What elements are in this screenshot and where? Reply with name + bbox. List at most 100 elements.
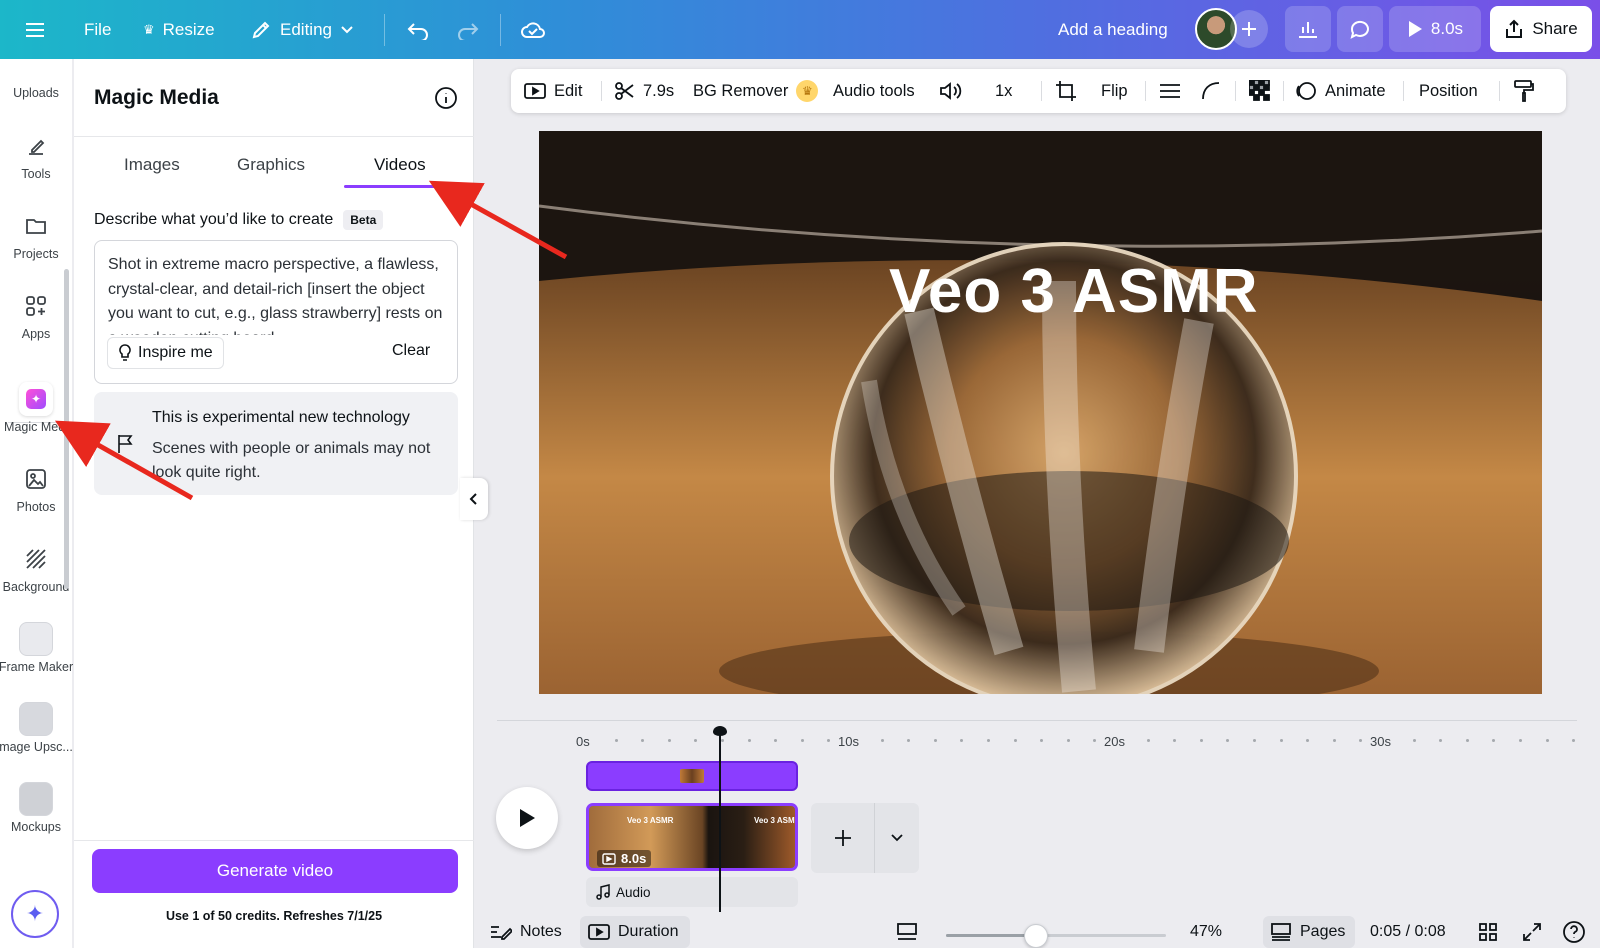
clear-button[interactable]: Clear: [392, 342, 430, 360]
page-view-button[interactable]: [896, 916, 918, 948]
comments-button[interactable]: [1337, 6, 1383, 52]
editing-mode-button[interactable]: Editing: [250, 0, 354, 59]
volume-button[interactable]: [939, 69, 963, 113]
timeline-ruler-dot: [1013, 739, 1017, 742]
audio-tools-button[interactable]: Audio tools: [833, 69, 915, 113]
timeline-ruler-dot: [694, 739, 698, 742]
photo-icon: [19, 462, 53, 496]
design-canvas[interactable]: Veo 3 ASMR: [539, 131, 1542, 694]
crown-icon: ♛: [143, 21, 155, 37]
notes-button[interactable]: Notes: [490, 916, 562, 948]
add-collaborator-button[interactable]: [1230, 10, 1268, 48]
video-frame-glass-sphere: [539, 131, 1542, 694]
generate-video-button[interactable]: Generate video: [92, 849, 458, 893]
timeline-ruler-dot: [1199, 739, 1203, 742]
divider: [1235, 81, 1236, 101]
bg-remover-button[interactable]: BG Remover ♛: [693, 69, 819, 113]
timeline-ruler-dot: [987, 739, 990, 742]
rail-item-frame-maker[interactable]: Frame Maker: [0, 622, 73, 674]
rail-item-projects[interactable]: Projects: [0, 209, 72, 261]
prompt-input[interactable]: Shot in extreme macro perspective, a fla…: [94, 240, 458, 384]
menu-icon[interactable]: [24, 0, 46, 59]
play-icon: [1408, 21, 1422, 37]
rail-item-tools[interactable]: Tools: [0, 129, 72, 181]
playback-speed-button[interactable]: 1x: [995, 69, 1012, 113]
help-icon: [1563, 921, 1585, 943]
mockups-icon: [19, 782, 53, 816]
present-button[interactable]: 8.0s: [1389, 6, 1481, 52]
collapse-panel-button[interactable]: [460, 478, 488, 520]
tab-videos[interactable]: Videos: [374, 155, 426, 175]
video-icon: [588, 924, 610, 940]
timeline-ruler-dot: [1572, 739, 1576, 742]
grid-view-button[interactable]: [1478, 916, 1498, 948]
copy-style-button[interactable]: [1513, 69, 1535, 113]
transparency-button[interactable]: [1249, 69, 1271, 113]
info-icon[interactable]: [434, 86, 458, 115]
rail-item-mockups[interactable]: Mockups: [0, 782, 72, 834]
file-menu[interactable]: File: [84, 0, 111, 59]
cloud-save-button[interactable]: [520, 0, 546, 59]
play-icon: [520, 809, 535, 827]
playhead-handle[interactable]: [713, 726, 727, 736]
timeline-ruler-dot: [1412, 739, 1416, 742]
duration-button[interactable]: Duration: [588, 916, 678, 948]
animate-button[interactable]: Animate: [1295, 69, 1386, 113]
trim-button[interactable]: 7.9s: [615, 69, 674, 113]
expand-icon: [1523, 923, 1541, 941]
fullscreen-button[interactable]: [1522, 916, 1542, 948]
insights-button[interactable]: [1285, 6, 1331, 52]
help-button[interactable]: [1562, 916, 1586, 948]
video-clip[interactable]: Veo 3 ASMR Veo 3 ASM 8.0s: [586, 803, 798, 871]
timeline-ruler-dot: [1519, 739, 1522, 742]
position-button[interactable]: Position: [1419, 69, 1478, 113]
timeline-ruler-dot: [1465, 739, 1469, 742]
edit-video-button[interactable]: Edit: [524, 69, 582, 113]
pencil-icon: [252, 21, 270, 38]
add-options-dropdown[interactable]: [875, 803, 919, 873]
undo-button[interactable]: [406, 0, 430, 59]
rail-item-image-upscaler[interactable]: mage Upsc...: [0, 702, 73, 754]
share-button[interactable]: Share: [1490, 6, 1592, 52]
pages-icon: [1271, 923, 1291, 941]
zoom-slider-handle[interactable]: [1024, 924, 1048, 948]
divider: [1041, 81, 1042, 101]
playhead[interactable]: [719, 730, 721, 912]
plus-icon: [1242, 22, 1256, 36]
rail-scrollbar[interactable]: [64, 269, 69, 589]
plus-icon: [834, 830, 851, 846]
add-page-button[interactable]: [811, 803, 874, 873]
canvas-title-text[interactable]: Veo 3 ASMR: [889, 256, 1258, 327]
rail-item-background[interactable]: Background: [0, 542, 72, 594]
zoom-level[interactable]: 47%: [1190, 916, 1222, 948]
border-style-button[interactable]: [1159, 69, 1181, 113]
crown-icon: ♛: [796, 80, 819, 102]
pages-button[interactable]: Pages: [1270, 916, 1345, 948]
rail-item-uploads[interactable]: Uploads: [0, 86, 72, 100]
rail-item-magic-media[interactable]: ✦ Magic Medi: [0, 382, 72, 434]
timeline-ruler-dot: [1093, 739, 1097, 742]
prompt-label: Describe what you’d like to create Beta: [94, 210, 384, 230]
rail-item-photos[interactable]: Photos: [0, 462, 72, 514]
play-button[interactable]: [496, 787, 558, 849]
timeline-overlay-clip[interactable]: [586, 761, 798, 791]
magic-assistant-button[interactable]: ✦: [11, 890, 59, 938]
divider: [1145, 81, 1146, 101]
rail-item-apps[interactable]: Apps: [0, 289, 72, 341]
share-icon: [1506, 19, 1523, 38]
flip-button[interactable]: Flip: [1101, 69, 1128, 113]
timeline-ruler-dot: [960, 739, 964, 742]
tab-graphics[interactable]: Graphics: [237, 155, 305, 175]
tab-images[interactable]: Images: [124, 155, 180, 175]
timeline-ruler-dot: [827, 739, 831, 742]
redo-button[interactable]: [456, 0, 480, 59]
prompt-text[interactable]: Shot in extreme macro perspective, a fla…: [108, 253, 444, 335]
timeline-tick: 30s: [1370, 734, 1391, 749]
design-title[interactable]: Add a heading: [1058, 0, 1168, 59]
resize-button[interactable]: ♛ Resize: [143, 0, 215, 59]
chevron-down-icon: [341, 25, 353, 33]
inspire-me-button[interactable]: Inspire me: [107, 337, 224, 369]
crop-button[interactable]: [1055, 69, 1077, 113]
corner-rounding-button[interactable]: [1201, 69, 1221, 113]
audio-track[interactable]: Audio: [586, 877, 798, 907]
